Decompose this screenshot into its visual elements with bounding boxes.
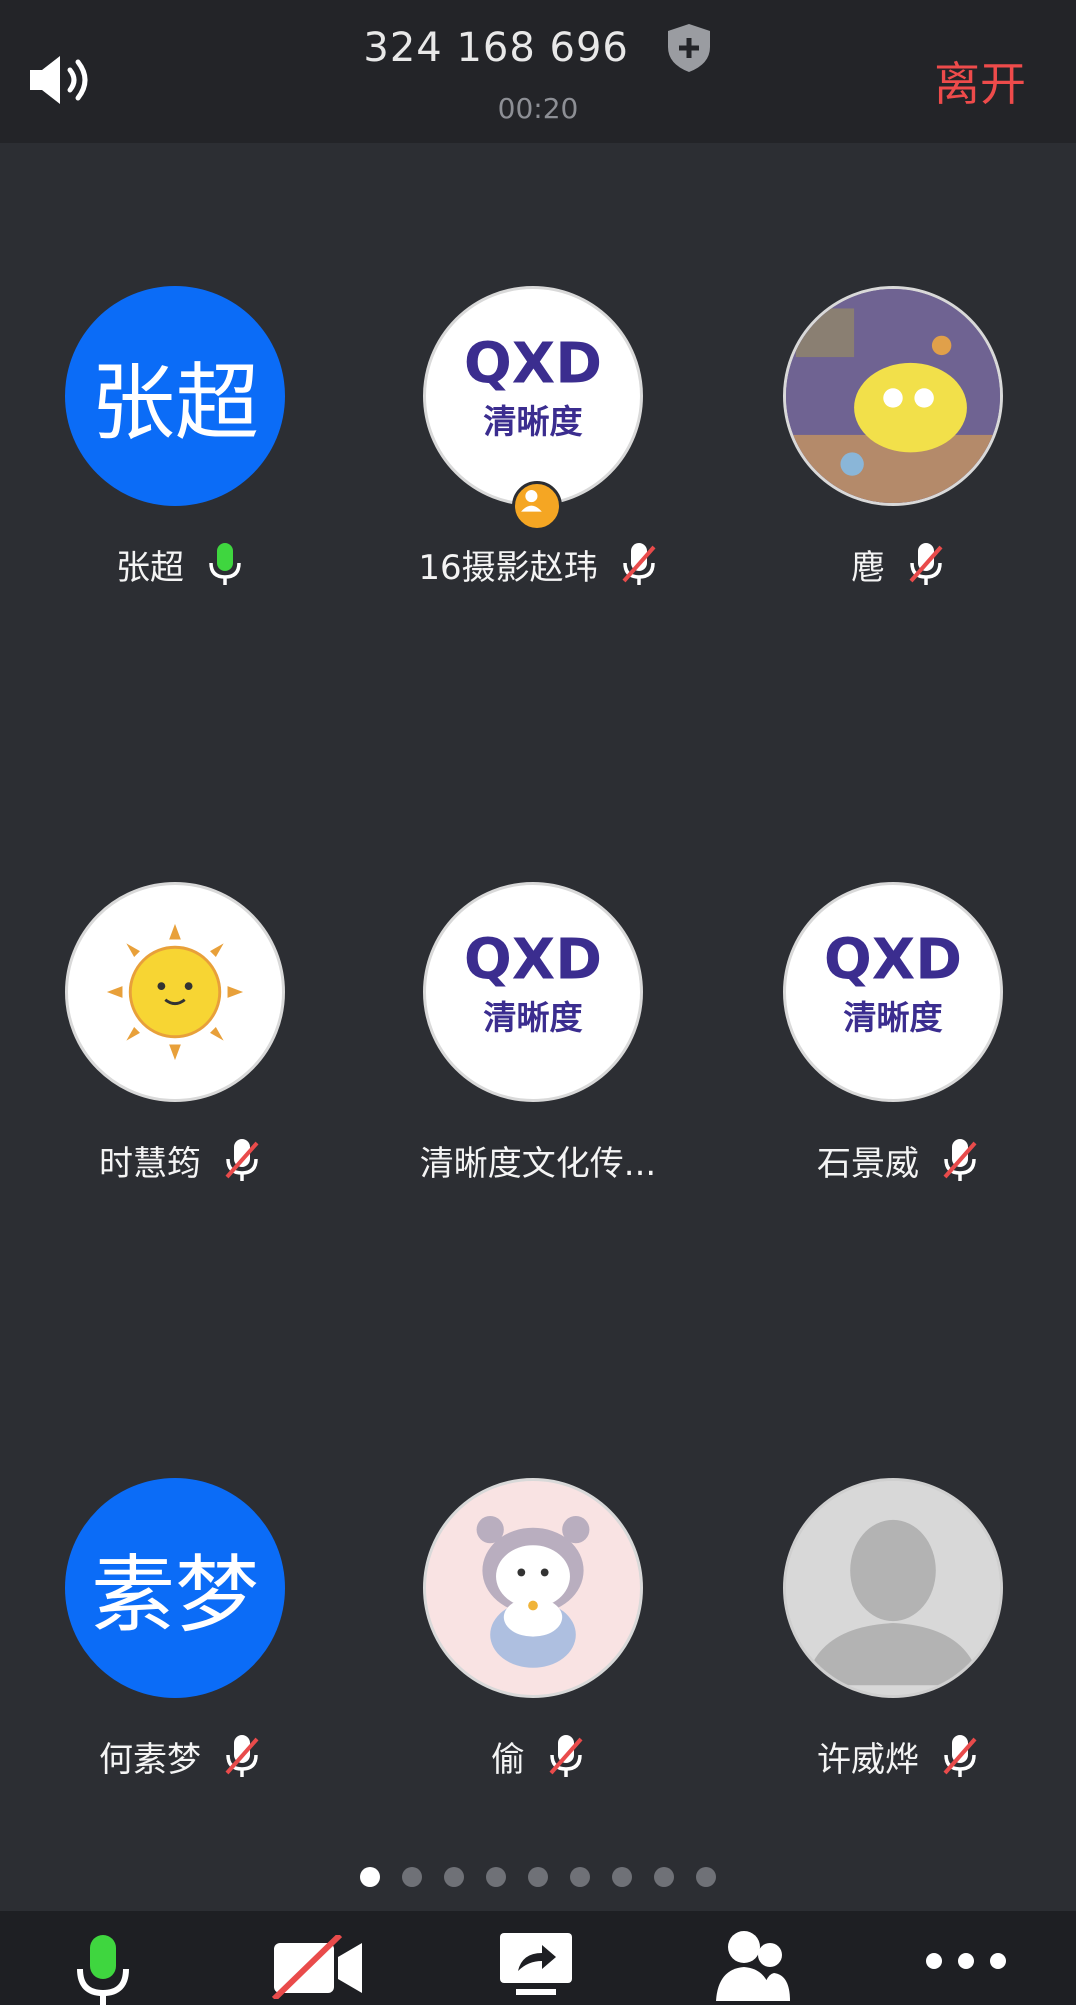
participant-name: 何素梦 [99,1739,201,1780]
participant-tile[interactable]: QXD 清晰度 石景威 [718,882,1076,1202]
page-dot[interactable] [612,1867,632,1887]
participant-name-row: 清晰度文化传... [358,1130,718,1190]
qxd-logo-image: QXD 清晰度 [464,927,602,1037]
spongebob-cartoon-image [786,289,1000,503]
participant-name: 麀 [851,547,885,588]
avatar-initials: 张超 [90,353,259,452]
avatar [423,1478,643,1698]
logo-text-top: QXD [464,927,602,992]
participant-name: 张超 [116,547,184,588]
logo-text-bottom: 清晰度 [483,402,582,441]
page-dot[interactable] [402,1867,422,1887]
avatar: 素梦 [65,1478,285,1698]
participant-name-row: 张超 [0,534,360,594]
speaker-icon[interactable] [28,52,98,108]
mic-muted-icon [225,1139,259,1181]
participant-name: 石景威 [817,1143,919,1184]
mic-muted-icon [549,1735,583,1777]
participant-name-row: 时慧筠 [0,1130,360,1190]
participant-name: 16摄影赵玮 [418,547,598,588]
mic-on-icon [209,543,241,585]
participant-tile[interactable]: QXD 清晰度 清晰度文化传... [358,882,718,1202]
participant-name-row: 16摄影赵玮 [358,534,718,594]
meeting-id-row: 324 168 696 [300,22,776,74]
participant-name-row: 偷 [358,1726,718,1786]
meeting-id: 324 168 696 [363,25,629,71]
participant-name: 偷 [491,1739,525,1780]
top-bar: 324 168 696 00:20 离开 [0,0,1076,143]
page-dot[interactable] [528,1867,548,1887]
participant-tile[interactable]: 麀 [718,286,1076,606]
page-dot[interactable] [696,1867,716,1887]
avatar: QXD 清晰度 [423,286,643,506]
participant-name: 清晰度文化传... [419,1143,657,1184]
page-indicator [0,1867,1076,1887]
page-dot[interactable] [654,1867,674,1887]
participant-name: 许威烨 [817,1739,919,1780]
avatar [783,286,1003,506]
page-dot[interactable] [570,1867,590,1887]
participant-tile[interactable]: 张超 张超 [0,286,360,606]
video-off-icon[interactable] [270,1935,366,1999]
mic-muted-icon [622,543,656,585]
avatar: QXD 清晰度 [423,882,643,1102]
leave-button[interactable]: 离开 [934,48,1026,114]
avatar-initials: 素梦 [90,1545,259,1644]
logo-text-bottom: 清晰度 [843,998,942,1037]
participant-tile[interactable]: 时慧筠 [0,882,360,1202]
avatar [65,882,285,1102]
avatar: QXD 清晰度 [783,882,1003,1102]
sun-emoji-image [106,923,244,1061]
share-screen-icon[interactable] [496,1931,576,1997]
mic-muted-icon [943,1139,977,1181]
mic-icon[interactable] [74,1933,132,2005]
participants-icon[interactable] [712,1925,792,2005]
qxd-logo-image: QXD 清晰度 [824,927,962,1037]
host-badge-icon [512,481,562,531]
participant-name-row: 石景威 [718,1130,1076,1190]
page-dot[interactable] [444,1867,464,1887]
participant-tile[interactable]: 素梦 何素梦 [0,1478,360,1798]
participant-name-row: 麀 [718,534,1076,594]
mic-muted-icon [909,543,943,585]
avatar: 张超 [65,286,285,506]
bottom-toolbar [0,1911,1076,2005]
participant-name: 时慧筠 [99,1143,201,1184]
participant-tile[interactable]: 偷 [358,1478,718,1798]
page-dot[interactable] [486,1867,506,1887]
logo-text-top: QXD [464,331,602,396]
more-icon[interactable] [924,1951,1008,1971]
security-shield-icon[interactable] [665,22,713,74]
mic-muted-icon [225,1735,259,1777]
participant-tile[interactable]: QXD 清晰度 16摄影赵玮 [358,286,718,606]
qxd-logo-image: QXD 清晰度 [464,331,602,441]
participant-name-row: 何素梦 [0,1726,360,1786]
page-dot-active[interactable] [360,1867,380,1887]
default-user-silhouette-icon [786,1481,1000,1695]
mic-muted-icon [943,1735,977,1777]
logo-text-bottom: 清晰度 [483,998,582,1037]
cartoon-cat-image [427,1482,639,1694]
avatar [783,1478,1003,1698]
logo-text-top: QXD [824,927,962,992]
participant-tile[interactable]: 许威烨 [718,1478,1076,1798]
meeting-timer: 00:20 [497,92,579,125]
participant-name-row: 许威烨 [718,1726,1076,1786]
